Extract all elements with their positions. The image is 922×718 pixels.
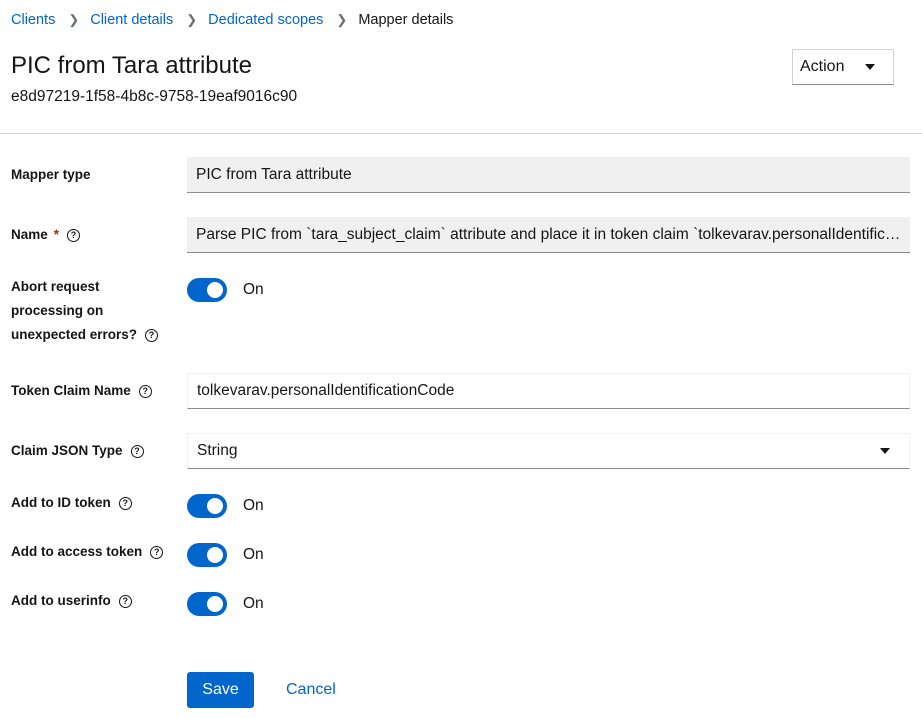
abort-label-line-2: processing on xyxy=(11,303,104,318)
name-field: Parse PIC from `tara_subject_claim` attr… xyxy=(187,217,910,253)
add-id-token-toggle[interactable]: On xyxy=(187,494,264,518)
help-icon[interactable]: ? xyxy=(67,228,81,242)
add-access-token-toggle[interactable]: On xyxy=(187,543,264,567)
toggle-switch[interactable] xyxy=(187,592,227,616)
claim-json-type-label-text: Claim JSON Type xyxy=(11,443,123,458)
help-icon[interactable]: ? xyxy=(118,496,132,510)
add-userinfo-toggle[interactable]: On xyxy=(187,592,264,616)
help-icon[interactable]: ? xyxy=(145,328,159,342)
token-claim-name-input[interactable]: tolkevarav.personalIdentificationCode xyxy=(187,373,910,409)
abort-request-label: Abort request processing on unexpected e… xyxy=(11,275,176,347)
add-access-token-label: Add to access token ? xyxy=(11,540,164,564)
toggle-switch[interactable] xyxy=(187,494,227,518)
caret-down-icon xyxy=(880,448,890,454)
abort-label-line-3: unexpected errors? xyxy=(11,327,138,342)
claim-json-type-label: Claim JSON Type ? xyxy=(11,439,144,463)
name-label-text: Name xyxy=(11,227,48,242)
page-title: PIC from Tara attribute xyxy=(11,52,252,79)
help-icon[interactable]: ? xyxy=(118,594,132,608)
toggle-state: On xyxy=(243,281,264,298)
breadcrumb: Clients ❯ Client details ❯ Dedicated sco… xyxy=(11,12,453,28)
name-label: Name * ? xyxy=(11,223,81,247)
toggle-switch[interactable] xyxy=(187,543,227,567)
add-access-token-label-text: Add to access token xyxy=(11,544,143,559)
toggle-knob xyxy=(207,498,223,514)
breadcrumb-clients-link[interactable]: Clients xyxy=(11,12,55,28)
add-id-token-label: Add to ID token ? xyxy=(11,491,132,515)
chevron-right-icon: ❯ xyxy=(186,12,198,27)
token-claim-name-label-text: Token Claim Name xyxy=(11,383,131,398)
mapper-type-label: Mapper type xyxy=(11,163,91,187)
add-userinfo-label-text: Add to userinfo xyxy=(11,593,111,608)
mapper-type-field: PIC from Tara attribute xyxy=(187,157,910,193)
abort-request-toggle[interactable]: On xyxy=(187,278,264,302)
add-userinfo-label: Add to userinfo ? xyxy=(11,589,132,613)
chevron-right-icon: ❯ xyxy=(68,12,80,27)
toggle-knob xyxy=(207,547,223,563)
breadcrumb-current: Mapper details xyxy=(358,12,454,28)
mapper-type-value: PIC from Tara attribute xyxy=(196,165,352,183)
claim-json-type-select[interactable]: String xyxy=(187,433,910,469)
chevron-right-icon: ❯ xyxy=(336,12,348,27)
abort-label-line-1: Abort request xyxy=(11,279,100,294)
add-id-token-label-text: Add to ID token xyxy=(11,495,111,510)
caret-down-icon xyxy=(865,64,875,70)
save-button[interactable]: Save xyxy=(187,672,254,708)
help-icon[interactable]: ? xyxy=(138,384,152,398)
help-icon[interactable]: ? xyxy=(130,444,144,458)
mapper-type-label-text: Mapper type xyxy=(11,167,91,182)
toggle-state: On xyxy=(243,497,264,514)
required-marker: * xyxy=(53,227,60,242)
token-claim-name-label: Token Claim Name ? xyxy=(11,379,152,403)
name-value: Parse PIC from `tara_subject_claim` attr… xyxy=(196,225,901,243)
claim-json-type-value: String xyxy=(197,442,238,459)
mapper-id: e8d97219-1f58-4b8c-9758-19eaf9016c90 xyxy=(11,88,298,105)
breadcrumb-dedicated-scopes-link[interactable]: Dedicated scopes xyxy=(208,12,323,28)
breadcrumb-client-details-link[interactable]: Client details xyxy=(90,12,173,28)
help-icon[interactable]: ? xyxy=(150,545,164,559)
cancel-button[interactable]: Cancel xyxy=(286,672,336,708)
toggle-switch[interactable] xyxy=(187,278,227,302)
action-label: Action xyxy=(800,58,845,75)
toggle-knob xyxy=(207,282,223,298)
toggle-state: On xyxy=(243,595,264,612)
abort-label-line-3-wrap: unexpected errors? ? xyxy=(11,323,176,347)
action-dropdown-button[interactable]: Action xyxy=(792,49,894,85)
token-claim-name-value: tolkevarav.personalIdentificationCode xyxy=(197,382,455,399)
header-divider xyxy=(0,133,922,134)
toggle-state: On xyxy=(243,546,264,563)
toggle-knob xyxy=(207,596,223,612)
